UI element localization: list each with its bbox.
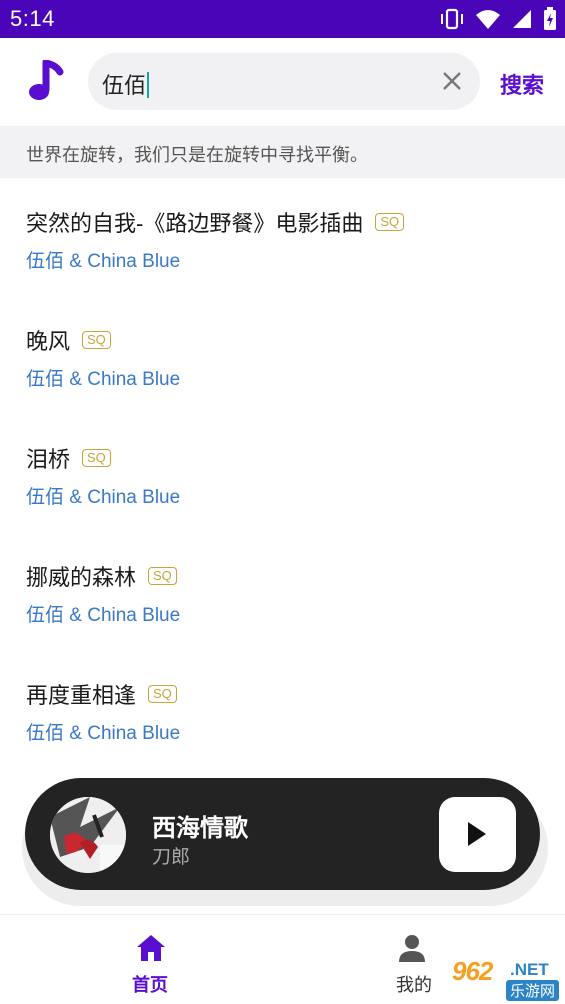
status-time: 5:14 [10, 6, 55, 31]
watermark-number: 962 [452, 956, 493, 986]
song-artist[interactable]: 伍佰 & China Blue [26, 482, 180, 509]
song-title-row: 再度重相逢 SQ [26, 678, 177, 710]
tab-home[interactable]: 首页 [9, 915, 291, 1004]
search-button[interactable]: 搜索 [500, 68, 544, 100]
header: 伍佰 搜索 [0, 38, 565, 126]
watermark-net: .NET [510, 960, 549, 979]
list-item[interactable]: 挪威的森林 SQ 伍佰 & China Blue [0, 532, 565, 650]
user-icon [399, 935, 425, 962]
list-item[interactable]: 再度重相逢 SQ 伍佰 & China Blue [0, 650, 565, 768]
song-title: 挪威的森林 [26, 565, 137, 590]
song-title: 突然的自我-《路边野餐》电影插曲 [26, 211, 364, 236]
status-bar: 5:14 [0, 0, 565, 38]
song-artist[interactable]: 伍佰 & China Blue [26, 364, 180, 391]
status-icons [439, 7, 557, 31]
sq-badge: SQ [148, 567, 177, 585]
search-input-value[interactable]: 伍佰 [102, 68, 150, 100]
wifi-icon [476, 10, 500, 29]
song-title-row: 挪威的森林 SQ [26, 560, 177, 592]
player-song-title: 西海情歌 [152, 815, 248, 842]
watermark-site: 乐游网 [506, 980, 560, 1001]
mini-player[interactable]: 西海情歌 刀郎 [25, 778, 540, 890]
close-icon[interactable] [440, 69, 464, 93]
song-list: 突然的自我-《路边野餐》电影插曲 SQ 伍佰 & China Blue 晚风 S… [0, 178, 565, 768]
song-title: 再度重相逢 [26, 683, 137, 708]
signal-icon [513, 10, 531, 28]
sq-badge: SQ [82, 331, 111, 349]
sq-badge: SQ [375, 213, 405, 231]
sq-badge: SQ [82, 449, 111, 467]
song-artist[interactable]: 伍佰 & China Blue [26, 246, 180, 273]
song-artist[interactable]: 伍佰 & China Blue [26, 600, 180, 627]
album-art[interactable] [50, 797, 126, 873]
list-item[interactable]: 晚风 SQ 伍佰 & China Blue [0, 296, 565, 414]
album-cover-image [50, 797, 126, 873]
song-title: 泪桥 [26, 447, 71, 472]
tab-home-label: 首页 [132, 975, 168, 995]
player-artist: 刀郎 [152, 847, 191, 868]
song-title-row: 泪桥 SQ [26, 442, 111, 474]
search-input[interactable]: 伍佰 [88, 53, 480, 110]
text-caret [147, 72, 150, 98]
song-title-row: 晚风 SQ [26, 324, 111, 356]
sq-badge: SQ [148, 685, 177, 703]
slogan-text: 世界在旋转，我们只是在旋转中寻找平衡。 [26, 145, 368, 165]
song-title: 晚风 [26, 329, 71, 354]
list-item[interactable]: 突然的自我-《路边野餐》电影插曲 SQ 伍佰 & China Blue [0, 178, 565, 296]
song-title-row: 突然的自我-《路边野餐》电影插曲 SQ [26, 206, 405, 238]
home-icon [137, 935, 165, 961]
music-note-icon[interactable] [26, 60, 66, 104]
slogan-banner: 世界在旋转，我们只是在旋转中寻找平衡。 [0, 126, 565, 178]
play-icon [468, 822, 486, 846]
vibrate-icon [441, 8, 463, 30]
play-button[interactable] [439, 797, 516, 872]
song-artist[interactable]: 伍佰 & China Blue [26, 718, 180, 745]
list-item[interactable]: 泪桥 SQ 伍佰 & China Blue [0, 414, 565, 532]
watermark-logo: 962 .NET 乐游网 [430, 952, 560, 1002]
battery-icon [544, 7, 556, 30]
